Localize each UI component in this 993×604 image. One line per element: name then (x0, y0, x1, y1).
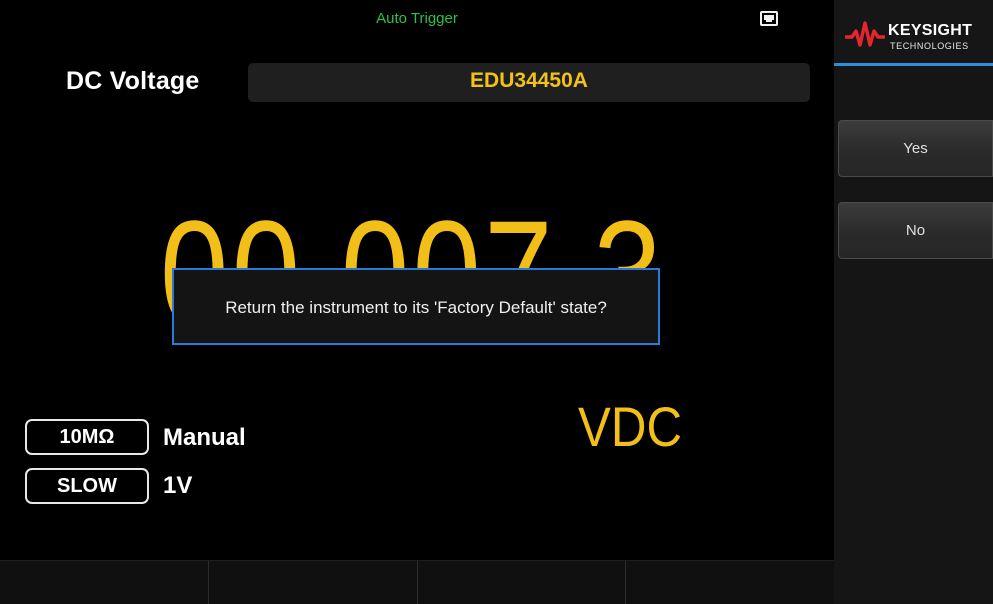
bottom-softkey-4[interactable] (626, 561, 834, 604)
softkey-panel: KEYSIGHT TECHNOLOGIES Yes No (834, 0, 993, 604)
model-label: EDU34450A (470, 69, 588, 92)
brand-name: KEYSIGHT (888, 22, 973, 39)
bottom-softkey-1[interactable] (0, 561, 209, 604)
measurement-function-label: DC Voltage (66, 67, 200, 95)
input-impedance-badge: 10MΩ (25, 419, 149, 455)
brand-header: KEYSIGHT TECHNOLOGIES (834, 0, 993, 66)
no-button[interactable]: No (838, 202, 993, 259)
bottom-softkey-3[interactable] (418, 561, 627, 604)
range-value-label: 1V (163, 472, 193, 499)
dialog-message: Return the instrument to its 'Factory De… (225, 298, 607, 317)
bottom-softkey-2[interactable] (209, 561, 418, 604)
bottom-softkey-row (0, 560, 834, 604)
lan-connected-icon (760, 11, 778, 26)
measurement-display: Auto Trigger DC Voltage EDU34450A 00.007… (0, 0, 834, 604)
speed-badge: SLOW (25, 468, 149, 504)
brand-subtitle: TECHNOLOGIES (890, 41, 969, 51)
status-bar: Auto Trigger (0, 0, 834, 38)
yes-button[interactable]: Yes (838, 120, 993, 177)
range-mode-label: Manual (163, 424, 246, 451)
trigger-mode-label: Auto Trigger (376, 10, 458, 27)
model-bar: EDU34450A (248, 63, 810, 102)
reading-units: VDC (578, 395, 683, 458)
keysight-wave-icon (845, 21, 885, 47)
factory-default-dialog: Return the instrument to its 'Factory De… (172, 268, 660, 345)
